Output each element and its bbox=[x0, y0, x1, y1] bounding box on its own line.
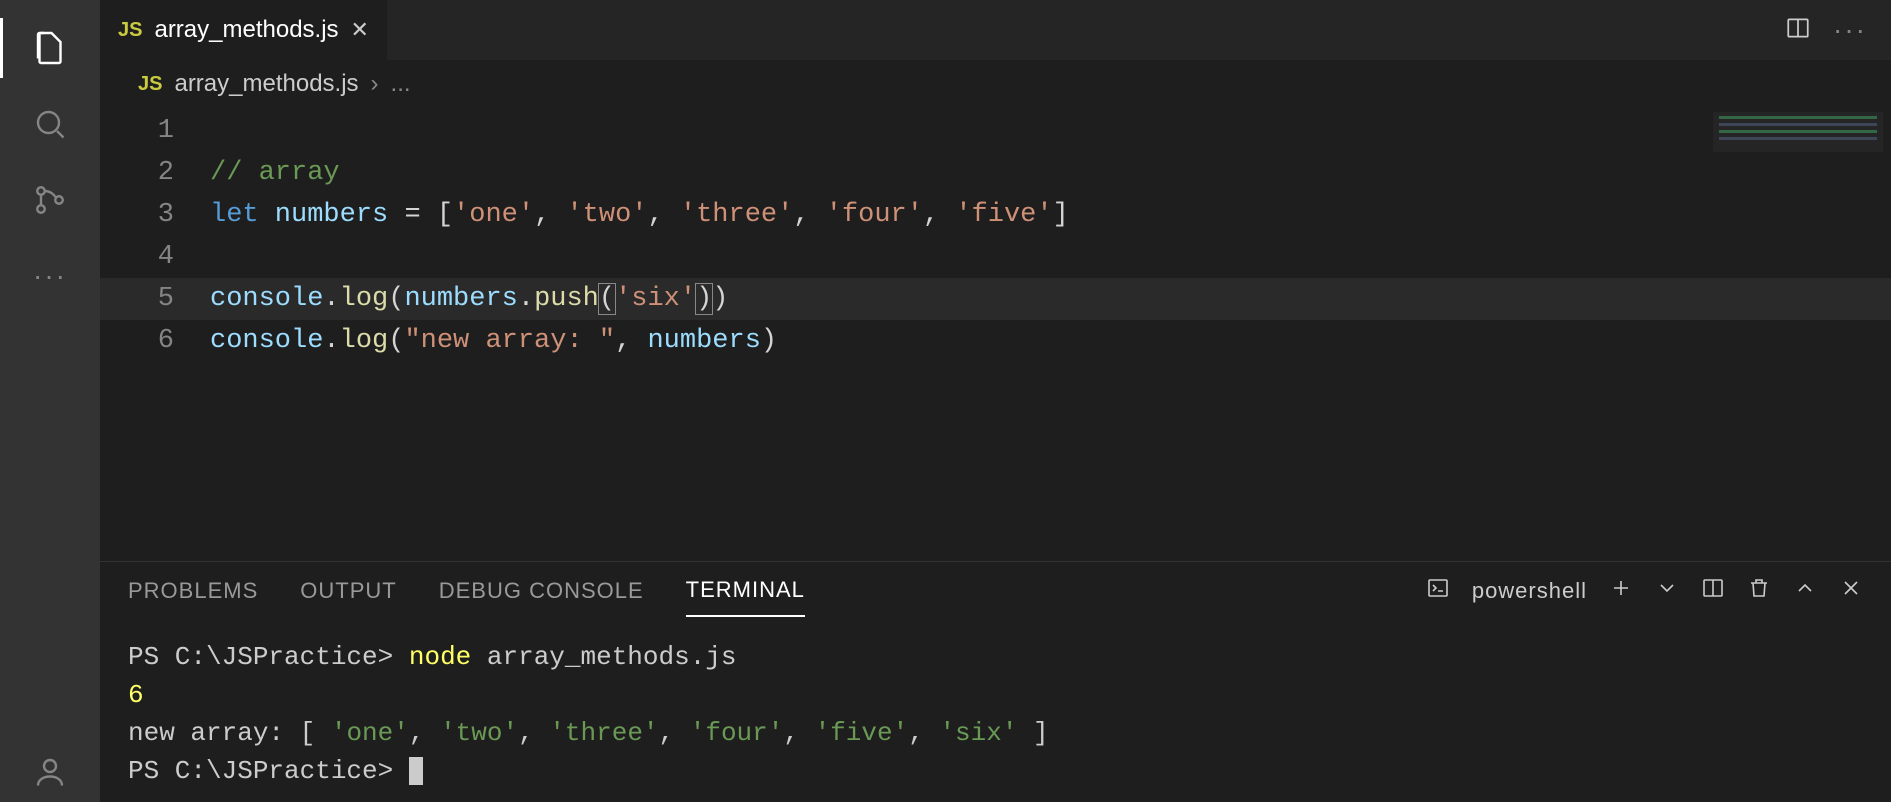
panel: PROBLEMS OUTPUT DEBUG CONSOLE TERMINAL p… bbox=[100, 561, 1891, 802]
js-badge-icon: JS bbox=[118, 19, 142, 42]
line-number: 1 bbox=[100, 110, 210, 152]
terminal-output[interactable]: PS C:\JSPractice> node array_methods.js … bbox=[100, 620, 1891, 802]
tab-terminal[interactable]: TERMINAL bbox=[686, 565, 805, 617]
js-badge-icon: JS bbox=[138, 73, 162, 96]
activity-bar: ··· bbox=[0, 0, 100, 802]
line-number: 5 bbox=[100, 278, 210, 320]
chevron-right-icon: › bbox=[371, 70, 379, 98]
new-terminal-icon[interactable] bbox=[1609, 576, 1633, 606]
chevron-up-icon[interactable] bbox=[1793, 576, 1817, 606]
line-number: 2 bbox=[100, 152, 210, 194]
chevron-down-icon[interactable] bbox=[1655, 576, 1679, 606]
minimap[interactable] bbox=[1713, 112, 1883, 152]
tab-bar: JS array_methods.js ✕ ··· bbox=[100, 0, 1891, 60]
search-icon[interactable] bbox=[20, 94, 80, 154]
line-number: 4 bbox=[100, 236, 210, 278]
close-panel-icon[interactable] bbox=[1839, 576, 1863, 606]
explorer-icon[interactable] bbox=[20, 18, 80, 78]
tab-filename: array_methods.js bbox=[154, 16, 338, 44]
breadcrumb[interactable]: JS array_methods.js › ... bbox=[100, 60, 1891, 106]
tab-file[interactable]: JS array_methods.js ✕ bbox=[100, 0, 388, 60]
tab-problems[interactable]: PROBLEMS bbox=[128, 566, 258, 616]
split-editor-icon[interactable] bbox=[1785, 15, 1811, 46]
terminal-cursor bbox=[409, 757, 423, 785]
breadcrumb-file: array_methods.js bbox=[174, 70, 358, 98]
more-actions-icon[interactable]: ··· bbox=[1833, 8, 1867, 52]
terminal-shell-name[interactable]: powershell bbox=[1472, 578, 1587, 604]
line-number: 6 bbox=[100, 320, 210, 362]
line-number: 3 bbox=[100, 194, 210, 236]
source-control-icon[interactable] bbox=[20, 170, 80, 230]
code-content: 1 2// array 3let numbers = ['one', 'two'… bbox=[100, 106, 1891, 362]
more-icon[interactable]: ··· bbox=[20, 246, 80, 306]
tab-debug-console[interactable]: DEBUG CONSOLE bbox=[439, 566, 644, 616]
panel-tabs: PROBLEMS OUTPUT DEBUG CONSOLE TERMINAL p… bbox=[100, 562, 1891, 620]
account-icon[interactable] bbox=[20, 742, 80, 802]
tab-actions: ··· bbox=[1785, 0, 1891, 60]
breadcrumb-rest: ... bbox=[391, 70, 411, 98]
split-terminal-icon[interactable] bbox=[1701, 576, 1725, 606]
editor[interactable]: 1 2// array 3let numbers = ['one', 'two'… bbox=[100, 106, 1891, 561]
editor-scrollbar[interactable] bbox=[1873, 106, 1891, 561]
trash-icon[interactable] bbox=[1747, 576, 1771, 606]
close-icon[interactable]: ✕ bbox=[351, 17, 369, 43]
terminal-profile-icon[interactable] bbox=[1426, 576, 1450, 606]
main-area: JS array_methods.js ✕ ··· JS array_metho… bbox=[100, 0, 1891, 802]
tab-output[interactable]: OUTPUT bbox=[300, 566, 396, 616]
